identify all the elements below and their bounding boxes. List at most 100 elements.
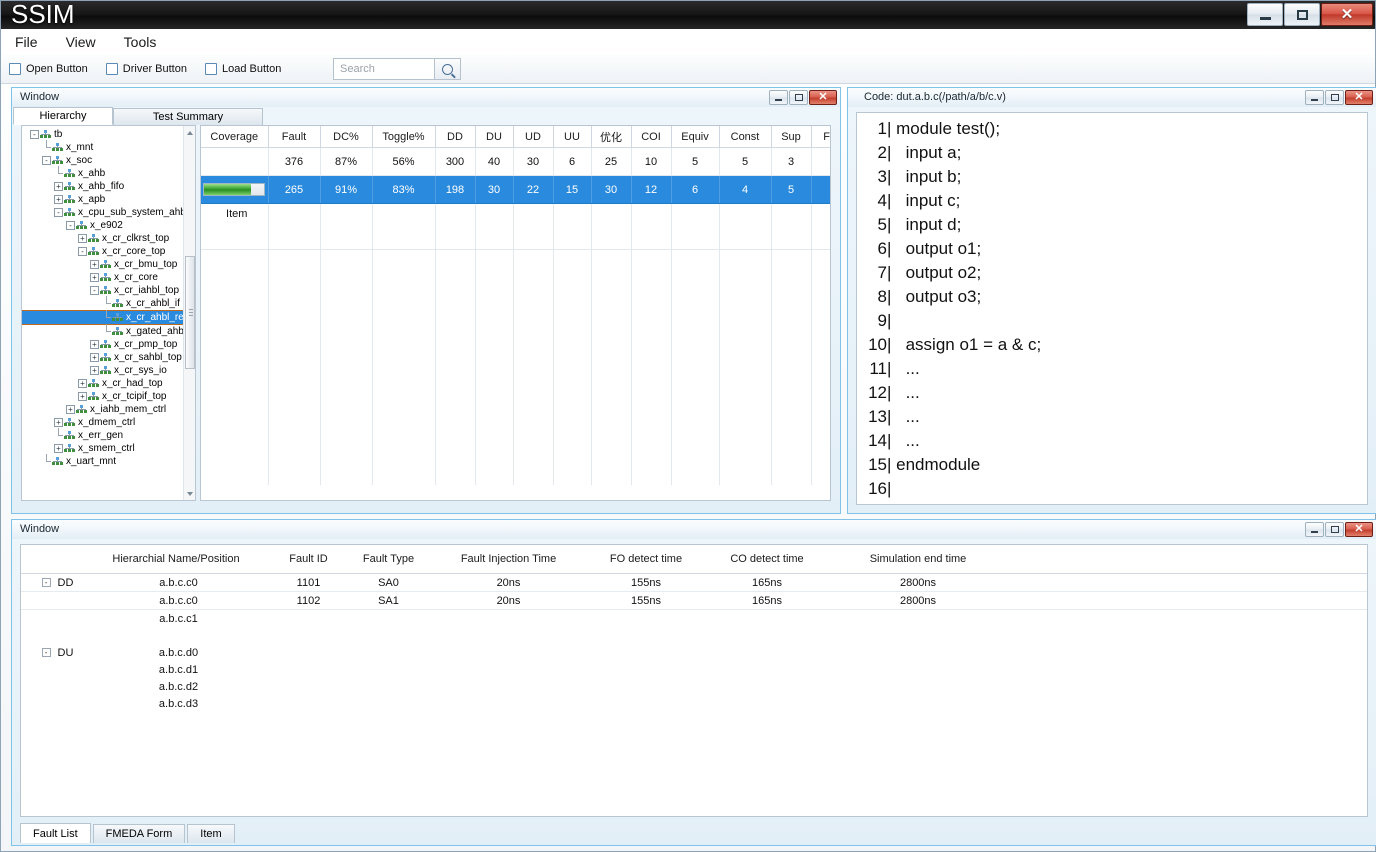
coverage-col-header[interactable]: Equiv (671, 126, 719, 148)
tree-node[interactable]: x_err_gen (22, 429, 195, 442)
scroll-down-button[interactable] (184, 487, 196, 500)
fault-row[interactable]: a.b.c.d1 (21, 661, 1367, 678)
coverage-col-header[interactable]: Coverage (201, 126, 268, 148)
code-maximize-button[interactable] (1325, 90, 1344, 105)
tree-node[interactable]: x_mnt (22, 141, 195, 154)
search-button[interactable] (435, 58, 461, 80)
coverage-col-header[interactable]: DC% (320, 126, 372, 148)
tab-hierarchy[interactable]: Hierarchy (13, 107, 113, 125)
load-button-checkbox[interactable]: Load Button (205, 63, 281, 75)
tree-node[interactable]: -x_cpu_sub_system_ahb (22, 206, 195, 219)
expand-icon[interactable]: + (90, 366, 99, 375)
tree-node[interactable]: +x_iahb_mem_ctrl (22, 403, 195, 416)
menu-item-view[interactable]: View (52, 32, 110, 52)
fault-col-header[interactable] (21, 545, 81, 574)
coverage-col-header[interactable]: UD (513, 126, 553, 148)
tree-node[interactable]: x_gated_ahbl_ (22, 325, 195, 338)
tree-node[interactable]: +x_apb (22, 193, 195, 206)
tab-fmeda-form[interactable]: FMEDA Form (93, 824, 186, 843)
fault-minimize-button[interactable] (1305, 522, 1324, 537)
tree-node[interactable]: +x_cr_bmu_top (22, 258, 195, 271)
tree-node[interactable]: +x_dmem_ctrl (22, 416, 195, 429)
collapse-icon[interactable]: - (42, 578, 51, 587)
expand-icon[interactable]: + (54, 182, 63, 191)
scrollbar-thumb[interactable] (185, 256, 195, 369)
fault-maximize-button[interactable] (1325, 522, 1344, 537)
expand-icon[interactable]: + (66, 405, 75, 414)
tree-node[interactable]: +x_cr_clkrst_top (22, 232, 195, 245)
expand-icon[interactable]: + (90, 260, 99, 269)
fault-table-container[interactable]: Hierarchial Name/PositionFault IDFault T… (20, 544, 1368, 817)
expand-icon[interactable]: + (54, 418, 63, 427)
coverage-item-row[interactable]: Item (201, 204, 831, 250)
tree-node[interactable]: x_ahb (22, 167, 195, 180)
fault-col-header[interactable]: Hierarchial Name/Position (81, 545, 271, 574)
tree-node[interactable]: x_cr_ahbl_req (22, 310, 195, 325)
expand-icon[interactable]: + (54, 195, 63, 204)
tree-node[interactable]: -x_cr_core_top (22, 245, 195, 258)
fault-col-header[interactable]: Fault Type (346, 545, 431, 574)
tree-node[interactable]: +x_cr_sahbl_top (22, 351, 195, 364)
coverage-col-header[interactable]: Const (719, 126, 771, 148)
close-button[interactable]: ✕ (1321, 3, 1373, 26)
search-field[interactable] (333, 58, 435, 80)
expand-icon[interactable]: + (90, 273, 99, 282)
hierarchy-tree-scrollbar[interactable] (183, 126, 195, 500)
search-input[interactable] (338, 59, 416, 79)
tab-item[interactable]: Item (187, 824, 234, 843)
menu-item-tools[interactable]: Tools (110, 32, 171, 52)
coverage-row[interactable]: 26591%83%19830221530126453 (201, 176, 831, 204)
expand-icon[interactable]: + (54, 444, 63, 453)
tree-node[interactable]: -x_soc (22, 154, 195, 167)
hierarchy-minimize-button[interactable] (769, 90, 788, 105)
open-button-checkbox[interactable]: Open Button (9, 63, 88, 75)
coverage-col-header[interactable]: DU (475, 126, 513, 148)
collapse-icon[interactable]: - (30, 130, 39, 139)
fault-row[interactable]: -DUa.b.c.d0 (21, 644, 1367, 661)
tree-node[interactable]: +x_cr_pmp_top (22, 338, 195, 351)
tree-node[interactable]: +x_smem_ctrl (22, 442, 195, 455)
tree-node[interactable]: +x_ahb_fifo (22, 180, 195, 193)
fault-close-button[interactable]: ✕ (1345, 522, 1373, 537)
expand-icon[interactable]: + (78, 234, 87, 243)
collapse-icon[interactable]: - (42, 156, 51, 165)
coverage-col-header[interactable]: Sup (771, 126, 811, 148)
fault-row[interactable] (21, 627, 1367, 644)
fault-col-header[interactable]: Simulation end time (828, 545, 1008, 574)
coverage-col-header[interactable]: Fault (268, 126, 320, 148)
expand-icon[interactable]: + (90, 353, 99, 362)
coverage-col-header[interactable]: Float (811, 126, 831, 148)
collapse-icon[interactable]: - (90, 286, 99, 295)
code-minimize-button[interactable] (1305, 90, 1324, 105)
hierarchy-maximize-button[interactable] (789, 90, 808, 105)
tree-node[interactable]: -x_cr_iahbl_top (22, 284, 195, 297)
expand-icon[interactable]: + (78, 379, 87, 388)
fault-row[interactable]: a.b.c.c1 (21, 610, 1367, 628)
tree-node[interactable]: +x_cr_sys_io (22, 364, 195, 377)
fault-col-header[interactable]: CO detect time (706, 545, 828, 574)
tree-node[interactable]: +x_cr_core (22, 271, 195, 284)
coverage-col-header[interactable]: Toggle% (372, 126, 435, 148)
collapse-icon[interactable]: - (54, 208, 63, 217)
expand-icon[interactable]: + (78, 392, 87, 401)
fault-row[interactable]: -DDa.b.c.c01101SA020ns155ns165ns2800ns (21, 574, 1367, 592)
fault-col-header[interactable]: FO detect time (586, 545, 706, 574)
fault-row[interactable]: a.b.c.d3 (21, 695, 1367, 712)
tree-node[interactable]: x_uart_mnt (22, 455, 195, 468)
code-editor[interactable]: 1| module test();2| input a;3| input b;4… (856, 112, 1368, 505)
coverage-col-header[interactable]: UU (553, 126, 591, 148)
coverage-row[interactable]: 37687%56%3004030625105532 (201, 148, 831, 176)
fault-row[interactable]: a.b.c.d2 (21, 678, 1367, 695)
tree-node[interactable]: +x_cr_had_top (22, 377, 195, 390)
tree-node[interactable]: -x_e902 (22, 219, 195, 232)
driver-button-checkbox[interactable]: Driver Button (106, 63, 187, 75)
maximize-button[interactable] (1284, 3, 1320, 26)
coverage-col-header[interactable]: COI (631, 126, 671, 148)
tree-node[interactable]: x_cr_ahbl_if (22, 297, 195, 310)
code-close-button[interactable]: ✕ (1345, 90, 1373, 105)
tab-fault-list[interactable]: Fault List (20, 823, 91, 843)
fault-row[interactable]: a.b.c.c01102SA120ns155ns165ns2800ns (21, 592, 1367, 610)
menu-item-file[interactable]: File (1, 32, 52, 52)
scroll-up-button[interactable] (184, 126, 196, 139)
tab-test-summary[interactable]: Test Summary (113, 108, 263, 125)
